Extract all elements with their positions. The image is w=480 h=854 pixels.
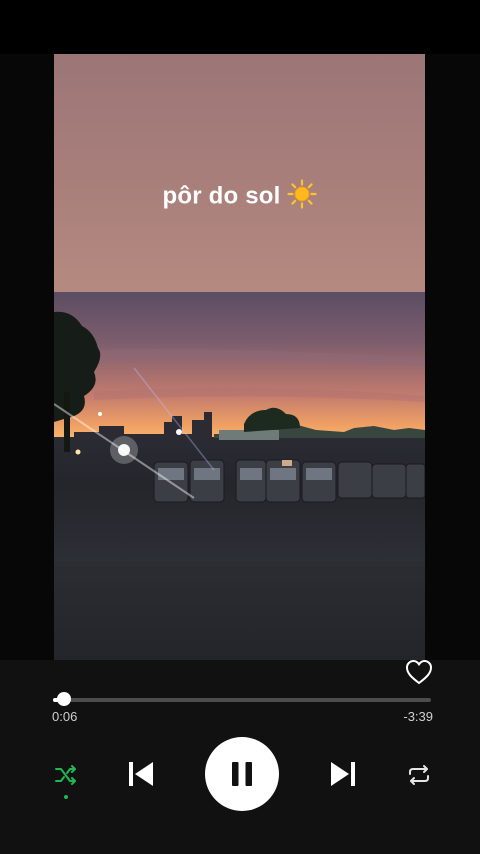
caption-text: pôr do sol bbox=[162, 182, 281, 210]
background-panel-left bbox=[0, 54, 54, 664]
like-button[interactable] bbox=[404, 658, 434, 686]
shuffle-active-indicator bbox=[64, 795, 68, 799]
previous-track-button[interactable] bbox=[124, 756, 158, 792]
repeat-icon bbox=[409, 765, 429, 785]
canvas-video[interactable]: pôr do sol bbox=[54, 54, 425, 660]
shuffle-icon bbox=[55, 765, 76, 785]
next-track-button[interactable] bbox=[326, 756, 360, 792]
pause-button[interactable] bbox=[205, 737, 279, 811]
heart-outline-icon bbox=[405, 659, 433, 685]
sunset-scene-illustration bbox=[54, 311, 425, 503]
shuffle-button[interactable] bbox=[52, 762, 80, 788]
skip-next-icon bbox=[331, 762, 355, 786]
elapsed-time: 0:06 bbox=[52, 709, 78, 724]
background-panel-right bbox=[425, 54, 480, 664]
repeat-button[interactable] bbox=[404, 762, 434, 788]
status-bar bbox=[0, 0, 480, 54]
now-playing-screen: pôr do sol 0:06 -3:39 bbox=[0, 0, 480, 854]
skip-previous-icon bbox=[129, 762, 153, 786]
video-caption: pôr do sol bbox=[54, 179, 425, 212]
video-sky-overlay bbox=[54, 54, 425, 292]
sunset-photo bbox=[54, 292, 425, 660]
progress-bar[interactable] bbox=[53, 698, 431, 702]
sun-emoji-icon bbox=[286, 179, 317, 209]
remaining-time: -3:39 bbox=[403, 709, 433, 724]
pause-icon bbox=[232, 762, 252, 786]
